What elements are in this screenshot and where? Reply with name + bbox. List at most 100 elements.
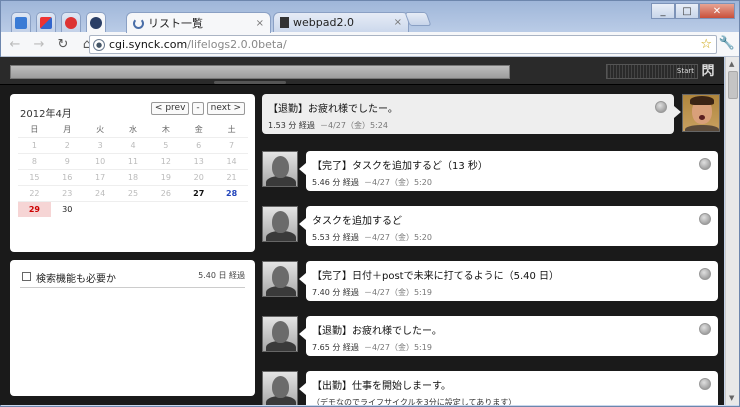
post-bubble: 【完了】日付＋postで未来に打てるように（5.40 日） 7.40 分 経過 －… (299, 261, 718, 301)
calendar-day[interactable]: 12 (149, 153, 183, 169)
app-icon (90, 16, 102, 29)
calendar-day[interactable]: 6 (182, 137, 216, 153)
pinned-tab-2[interactable] (36, 12, 56, 32)
next-button[interactable]: next > (206, 102, 245, 115)
calendar-day[interactable]: 18 (116, 169, 150, 185)
scrollbar[interactable]: ▲ ▼ (725, 57, 739, 405)
page-icon (280, 17, 289, 28)
avatar[interactable] (262, 151, 298, 187)
weekday-header: 木 (161, 125, 170, 134)
status-dot-button[interactable] (699, 378, 711, 390)
calendar-day[interactable]: 22 (18, 185, 51, 201)
calendar-day[interactable]: 11 (116, 153, 150, 169)
avatar-mouth (699, 115, 705, 120)
post-meta: （デモなのでライフサイクルを3分に設定してあります） (312, 397, 516, 405)
post-date: －4/27（金）5:20 (358, 233, 432, 242)
calendar-nav: < prev - next > (150, 102, 245, 115)
logo: 閃 (701, 64, 715, 79)
pinned-tab-1[interactable] (11, 12, 31, 32)
calendar-day[interactable]: 27 (182, 185, 216, 201)
calendar-day[interactable]: 30 (50, 201, 84, 217)
post-bubble: 【退勤】お疲れ様でしたー。 1.53 分 経過 －4/27（金）5:24 (262, 94, 681, 134)
pinned-tab-4[interactable] (86, 12, 106, 32)
task-label: 検索機能も必要か (36, 274, 116, 285)
calendar-day[interactable]: 2 (50, 137, 84, 153)
status-dot-button[interactable] (699, 323, 711, 335)
calendar-day[interactable]: 16 (50, 169, 84, 185)
post-message: 【完了】タスクを追加するど（13 秒） (312, 161, 488, 172)
minimize-button[interactable]: _ (651, 3, 675, 19)
calendar-day[interactable]: 13 (182, 153, 216, 169)
prev-button[interactable]: < prev (150, 102, 190, 115)
calendar-day[interactable]: 8 (18, 153, 51, 169)
avatar[interactable] (262, 371, 298, 405)
bookmark-star-icon[interactable]: ☆ (700, 37, 712, 52)
calendar-day[interactable]: 4 (116, 137, 150, 153)
tab-webpad[interactable]: webpad2.0 × (273, 12, 409, 32)
avatar[interactable] (262, 206, 298, 242)
scroll-down-arrow-icon[interactable]: ▼ (729, 394, 734, 402)
post-message: 【退勤】お疲れ様でしたー。 (268, 104, 398, 115)
post-date: －4/27（金）5:24 (314, 121, 388, 130)
back-button[interactable]: ← (5, 34, 25, 54)
scroll-up-arrow-icon[interactable]: ▲ (729, 60, 734, 68)
close-icon[interactable]: × (256, 18, 264, 29)
calendar-day[interactable]: 10 (83, 153, 117, 169)
calendar-title: 2012年4月 (20, 109, 72, 120)
calendar-day[interactable]: 15 (18, 169, 51, 185)
resize-grip[interactable] (214, 81, 286, 84)
status-dot-button[interactable] (655, 101, 667, 113)
start-meter[interactable]: Start (606, 64, 698, 79)
calendar-day (116, 201, 150, 217)
calendar-day[interactable]: 3 (83, 137, 117, 153)
calendar-day[interactable]: 29 (18, 201, 51, 217)
calendar-day[interactable]: 1 (18, 137, 51, 153)
calendar-day[interactable]: 24 (83, 185, 117, 201)
window-controls: _ □ ✕ (651, 3, 735, 19)
feed-post: 【退勤】お疲れ様でしたー。 1.53 分 経過 －4/27（金）5:24 (262, 94, 722, 134)
post-message: 【出勤】仕事を開始しまーす。 (312, 381, 451, 392)
calendar-day[interactable]: 14 (215, 153, 248, 169)
maximize-button[interactable]: □ (675, 3, 699, 19)
calendar-grid: 日月火水木金土 1 2 3 4 5 6 7 8 9 10 11 12 13 14 15 16 17 18 19 20 21… (18, 123, 248, 217)
calendar-day[interactable]: 20 (182, 169, 216, 185)
address-bar[interactable]: ● cgi.synck.com/lifelogs2.0.0beta/ ☆ (89, 35, 717, 54)
avatar[interactable] (682, 94, 720, 132)
wrench-icon[interactable]: 🔧 (719, 36, 735, 51)
weekday-header: 月 (63, 125, 72, 134)
avatar-face (272, 321, 289, 343)
tab-list[interactable]: リスト一覧 × (126, 12, 271, 33)
calendar-day (149, 201, 183, 217)
avatar[interactable] (262, 316, 298, 352)
scroll-thumb[interactable] (728, 71, 738, 99)
new-tab-button[interactable] (404, 12, 432, 26)
calendar-day[interactable]: 9 (50, 153, 84, 169)
calendar-day[interactable]: 7 (215, 137, 248, 153)
close-icon[interactable]: × (394, 17, 402, 28)
pinned-tab-3[interactable] (61, 12, 81, 32)
post-message: 【退勤】お疲れ様でしたー。 (312, 326, 442, 337)
post-input[interactable] (10, 65, 510, 79)
post-message: 【完了】日付＋postで未来に打てるように（5.40 日） (312, 271, 560, 282)
post-date: －4/27（金）5:19 (358, 343, 432, 352)
calendar-day[interactable]: 23 (50, 185, 84, 201)
calendar-day[interactable]: 19 (149, 169, 183, 185)
status-dot-button[interactable] (699, 158, 711, 170)
avatar[interactable] (262, 261, 298, 297)
status-dot-button[interactable] (699, 213, 711, 225)
forward-button[interactable]: → (29, 34, 49, 54)
app-icon (40, 16, 52, 29)
calendar-day[interactable]: 17 (83, 169, 117, 185)
calendar-day[interactable]: 25 (116, 185, 150, 201)
task-checkbox[interactable] (22, 272, 31, 281)
calendar-day[interactable]: 28 (215, 185, 248, 201)
close-window-button[interactable]: ✕ (699, 3, 735, 19)
reload-button[interactable]: ↻ (53, 34, 73, 54)
post-elapsed: 5.46 分 経過 (312, 178, 359, 187)
calendar-day[interactable]: 5 (149, 137, 183, 153)
calendar-day[interactable]: 26 (149, 185, 183, 201)
status-dot-button[interactable] (699, 268, 711, 280)
page-content: Start 閃 2012年4月 < prev - next > 日 月 火 水 木 金 土 1… (0, 57, 724, 405)
current-button[interactable]: - (192, 102, 204, 115)
calendar-day[interactable]: 21 (215, 169, 248, 185)
